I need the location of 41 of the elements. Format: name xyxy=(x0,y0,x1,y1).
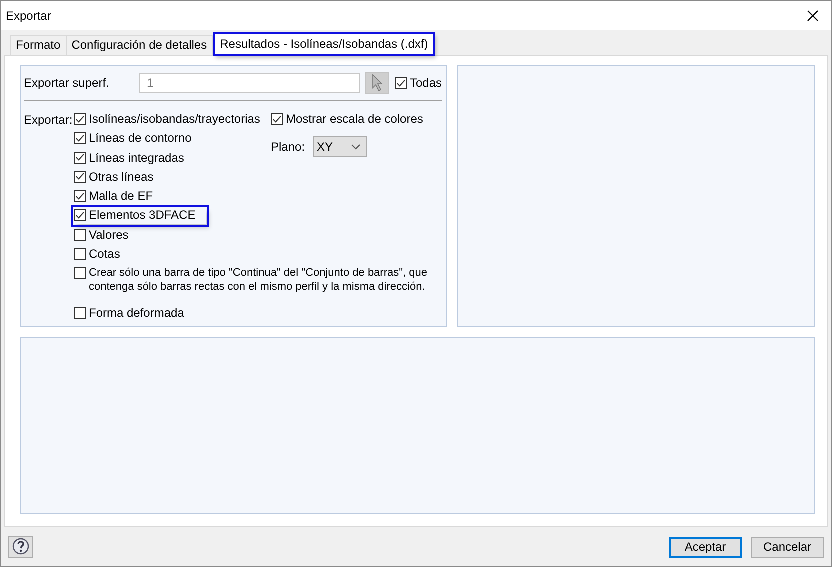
surface-field[interactable]: 1 xyxy=(138,73,360,93)
tab[interactable]: Configuración de detalles xyxy=(66,35,214,55)
checkbox-label: Valores xyxy=(89,228,129,242)
window-title: Exportar xyxy=(6,8,52,22)
checkbox[interactable] xyxy=(271,113,283,125)
checkbox[interactable] xyxy=(74,307,86,320)
help-button[interactable] xyxy=(8,536,33,558)
checkbox-label: Otras líneas xyxy=(89,170,154,184)
checkbox-label: Líneas de contorno xyxy=(89,131,192,146)
dialog-button[interactable]: Aceptar xyxy=(669,536,742,558)
checkbox[interactable] xyxy=(74,190,86,202)
checkbox-label: Forma deformada xyxy=(89,306,184,320)
checkbox[interactable] xyxy=(74,248,86,260)
tab[interactable]: Resultados - Isolíneas/Isobandas (.dxf) xyxy=(214,33,434,55)
help-icon xyxy=(12,538,30,556)
pick-button[interactable] xyxy=(364,72,389,94)
checkbox[interactable] xyxy=(74,170,86,183)
tab[interactable]: Formato xyxy=(10,35,67,55)
checkbox-label: Todas xyxy=(410,76,442,90)
checkbox-label: Mostrar escala de colores xyxy=(286,112,424,126)
checkbox[interactable] xyxy=(394,77,407,89)
checkbox[interactable] xyxy=(74,267,86,280)
dialog-button[interactable]: Cancelar xyxy=(751,536,824,558)
checkbox[interactable] xyxy=(74,132,86,144)
surface-label: Exportar superf. xyxy=(24,76,110,90)
checkbox-label: Líneas integradas xyxy=(89,150,184,165)
checkbox-label: Malla de EF xyxy=(89,189,154,204)
close-icon[interactable] xyxy=(807,10,819,22)
checkbox[interactable] xyxy=(74,209,86,222)
checkbox[interactable] xyxy=(74,113,86,125)
checkbox-label: Elementos 3DFACE xyxy=(89,208,196,222)
plane-dropdown[interactable]: XY xyxy=(313,136,367,157)
chevron-down-icon xyxy=(351,144,361,150)
export-label: Exportar: xyxy=(24,112,74,129)
checkbox-label: Isolíneas/isobandas/trayectorias xyxy=(89,112,260,126)
checkbox[interactable] xyxy=(74,228,86,241)
plane-label: Plano: xyxy=(271,140,306,154)
cursor-icon xyxy=(370,74,384,92)
checkbox-label: Cotas xyxy=(89,247,120,262)
checkbox-label: Crear sólo una barra de tipo "Continua" del "Conjunto de barras", que contenga sólo barras rectas con el mismo perfil y la misma dirección. xyxy=(89,266,428,294)
checkbox[interactable] xyxy=(74,152,86,164)
